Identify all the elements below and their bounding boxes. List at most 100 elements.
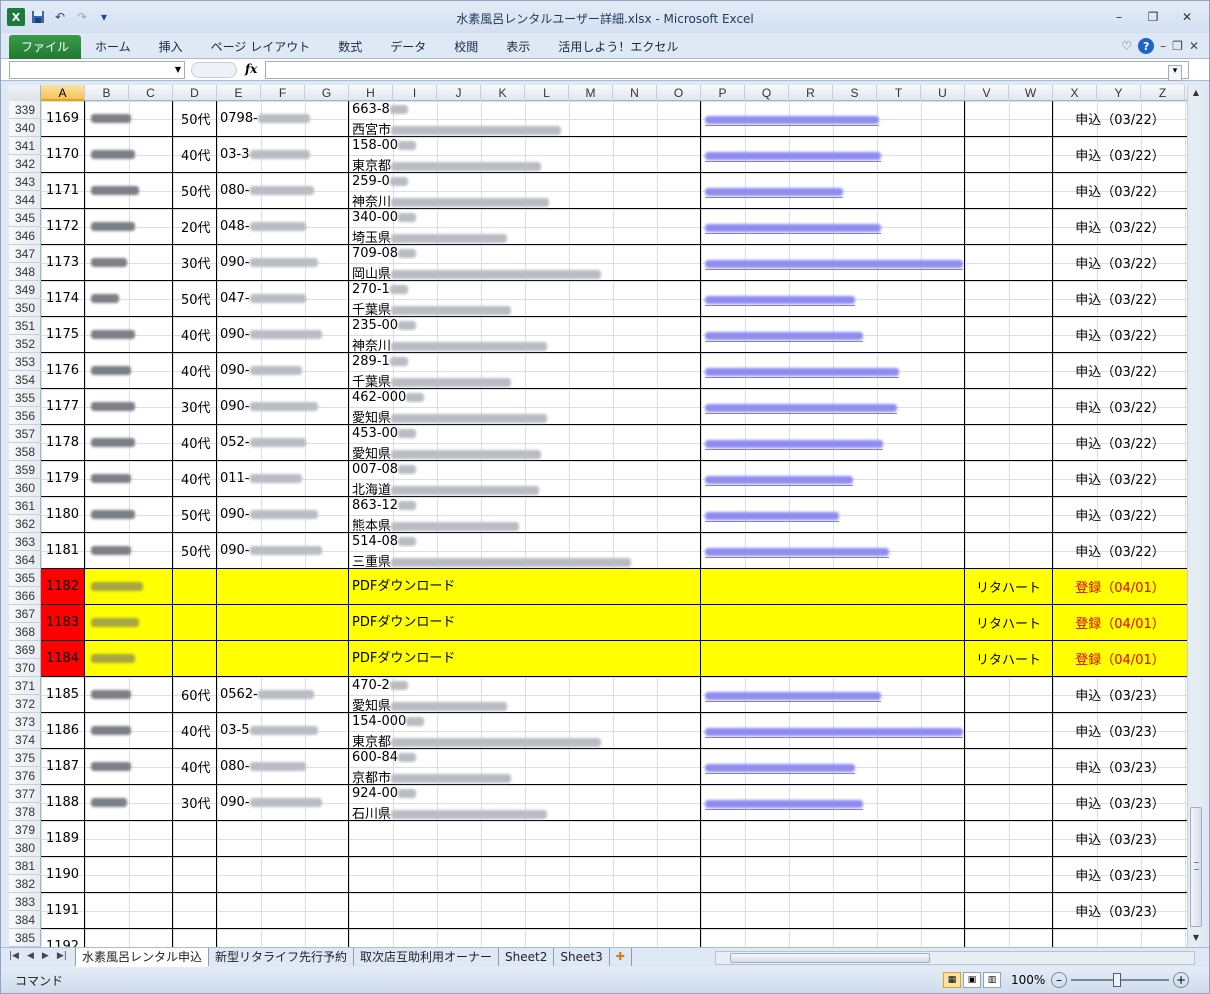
row-header[interactable]: 359 bbox=[9, 461, 41, 479]
cell-status[interactable]: 申込（03/22） bbox=[1053, 281, 1187, 317]
cell-source[interactable] bbox=[965, 857, 1053, 893]
column-header[interactable]: D bbox=[173, 85, 217, 101]
cell-age[interactable] bbox=[173, 821, 217, 857]
page-break-view-icon[interactable]: ▥ bbox=[983, 972, 1001, 988]
cell-name[interactable] bbox=[85, 569, 173, 605]
cell-source[interactable] bbox=[965, 101, 1053, 137]
cell-age[interactable]: 50代 bbox=[173, 281, 217, 317]
redacted-email-link[interactable] bbox=[705, 548, 889, 556]
column-header[interactable]: Y bbox=[1097, 85, 1141, 101]
cell-status[interactable]: 申込（03/23） bbox=[1053, 677, 1187, 713]
row-header[interactable]: 373 bbox=[9, 713, 41, 731]
cell-id[interactable]: 1184 bbox=[41, 641, 85, 677]
redacted-email-link[interactable] bbox=[705, 116, 879, 124]
next-sheet-icon[interactable]: ▶ bbox=[42, 951, 49, 961]
row-header[interactable]: 379 bbox=[9, 821, 41, 839]
cell-source[interactable] bbox=[965, 173, 1053, 209]
row-header[interactable]: 361 bbox=[9, 497, 41, 515]
close-button[interactable]: ✕ bbox=[1171, 7, 1203, 27]
cell-name[interactable] bbox=[85, 929, 173, 947]
cell-name[interactable] bbox=[85, 677, 173, 713]
cell-age[interactable] bbox=[173, 929, 217, 947]
cell-tel[interactable]: 090- bbox=[217, 245, 349, 281]
cell-email[interactable] bbox=[701, 317, 965, 353]
cell-status[interactable]: 申込（03/22） bbox=[1053, 317, 1187, 353]
prev-sheet-icon[interactable]: ◀ bbox=[27, 951, 34, 961]
table-row[interactable]: 1185 60代 0562- 470-2 愛知県 申込（03/23） bbox=[41, 677, 1187, 714]
cell-status[interactable]: 申込（03/22） bbox=[1053, 101, 1187, 137]
cell-email[interactable] bbox=[701, 353, 965, 389]
cell-status[interactable]: 申込（03/22） bbox=[1053, 461, 1187, 497]
table-row[interactable]: 1192 bbox=[41, 929, 1187, 947]
cell-address[interactable]: 235-00 神奈川 bbox=[349, 317, 701, 354]
cell-source[interactable] bbox=[965, 893, 1053, 929]
table-row[interactable]: 1177 30代 090- 462-000 愛知県 申込（03/22） bbox=[41, 389, 1187, 426]
cell-status[interactable]: 申込（03/23） bbox=[1053, 713, 1187, 749]
cell-name[interactable] bbox=[85, 137, 173, 173]
row-header[interactable]: 341 bbox=[9, 137, 41, 155]
cell-age[interactable]: 40代 bbox=[173, 749, 217, 785]
cell-address[interactable]: 340-00 埼玉県 bbox=[349, 209, 701, 246]
cell-tel[interactable]: 047- bbox=[217, 281, 349, 317]
cell-email[interactable] bbox=[701, 533, 965, 569]
cell-address[interactable]: PDFダウンロード bbox=[349, 641, 701, 677]
cell-age[interactable]: 50代 bbox=[173, 497, 217, 533]
normal-view-icon[interactable]: ▦ bbox=[943, 972, 961, 988]
cell-email[interactable] bbox=[701, 137, 965, 173]
cell-status[interactable]: 申込（03/22） bbox=[1053, 533, 1187, 569]
cell-status[interactable]: 申込（03/23） bbox=[1053, 893, 1187, 929]
row-header[interactable]: 380 bbox=[9, 839, 41, 857]
ribbon-tab[interactable]: ファイル bbox=[9, 35, 82, 59]
table-row[interactable]: 1179 40代 011- 007-08 北海道 申込（03/22） bbox=[41, 461, 1187, 498]
redacted-email-link[interactable] bbox=[705, 296, 855, 304]
ribbon-tab[interactable]: 表示 bbox=[492, 35, 544, 59]
cell-name[interactable] bbox=[85, 785, 173, 821]
row-header[interactable]: 383 bbox=[9, 893, 41, 911]
last-sheet-icon[interactable]: ▶| bbox=[57, 951, 67, 961]
row-header[interactable]: 385 bbox=[9, 929, 41, 947]
cell-status[interactable]: 申込（03/23） bbox=[1053, 785, 1187, 821]
cell-age[interactable]: 30代 bbox=[173, 245, 217, 281]
cell-name[interactable] bbox=[85, 713, 173, 749]
cell-source[interactable] bbox=[965, 821, 1053, 857]
row-header[interactable]: 368 bbox=[9, 623, 41, 641]
cell-name[interactable] bbox=[85, 605, 173, 641]
vertical-scrollbar[interactable]: ▲ ▼ bbox=[1187, 85, 1203, 947]
cell-age[interactable]: 20代 bbox=[173, 209, 217, 245]
cell-tel[interactable]: 0798- bbox=[217, 101, 349, 137]
cell-age[interactable] bbox=[173, 893, 217, 929]
cell-age[interactable]: 60代 bbox=[173, 677, 217, 713]
cell-status[interactable]: 申込（03/22） bbox=[1053, 425, 1187, 461]
row-header[interactable]: 372 bbox=[9, 695, 41, 713]
table-row[interactable]: 1169 50代 0798- 663-8 西宮市 申込（03/22） bbox=[41, 101, 1187, 138]
horizontal-scroll-thumb[interactable] bbox=[730, 953, 930, 963]
workbook-restore-button[interactable]: ❐ bbox=[1172, 39, 1183, 53]
minimize-button[interactable]: – bbox=[1103, 7, 1135, 27]
table-row[interactable]: 1191 申込（03/23） bbox=[41, 893, 1187, 929]
zoom-slider-thumb[interactable] bbox=[1113, 973, 1121, 987]
row-header[interactable]: 346 bbox=[9, 227, 41, 245]
cell-name[interactable] bbox=[85, 425, 173, 461]
redacted-email-link[interactable] bbox=[705, 764, 855, 772]
row-header[interactable]: 365 bbox=[9, 569, 41, 587]
sheet-tab[interactable]: 水素風呂レンタル申込 bbox=[75, 948, 210, 967]
cell-status[interactable] bbox=[1053, 929, 1187, 947]
cell-status[interactable]: 登録（04/01） bbox=[1053, 569, 1187, 605]
row-header[interactable]: 353 bbox=[9, 353, 41, 371]
zoom-in-icon[interactable]: + bbox=[1173, 972, 1189, 988]
table-row[interactable]: 1173 30代 090- 709-08 岡山県 申込（03/22） bbox=[41, 245, 1187, 282]
table-row[interactable]: 1186 40代 03-5 154-000 東京都 申込（03/23） bbox=[41, 713, 1187, 750]
ribbon-tab[interactable]: 挿入 bbox=[145, 35, 197, 59]
cell-name[interactable] bbox=[85, 173, 173, 209]
cell-email[interactable] bbox=[701, 929, 965, 947]
cell-age[interactable]: 50代 bbox=[173, 173, 217, 209]
column-header[interactable]: G bbox=[305, 85, 349, 101]
cell-name[interactable] bbox=[85, 857, 173, 893]
table-row[interactable]: 1176 40代 090- 289-1 千葉県 申込（03/22） bbox=[41, 353, 1187, 390]
cell-age[interactable]: 50代 bbox=[173, 101, 217, 137]
column-header[interactable]: K bbox=[481, 85, 525, 101]
column-header[interactable]: Z bbox=[1141, 85, 1185, 101]
sheet-tab[interactable]: Sheet3 bbox=[554, 948, 610, 966]
cell-status[interactable]: 申込（03/22） bbox=[1053, 353, 1187, 389]
redacted-email-link[interactable] bbox=[705, 260, 963, 268]
